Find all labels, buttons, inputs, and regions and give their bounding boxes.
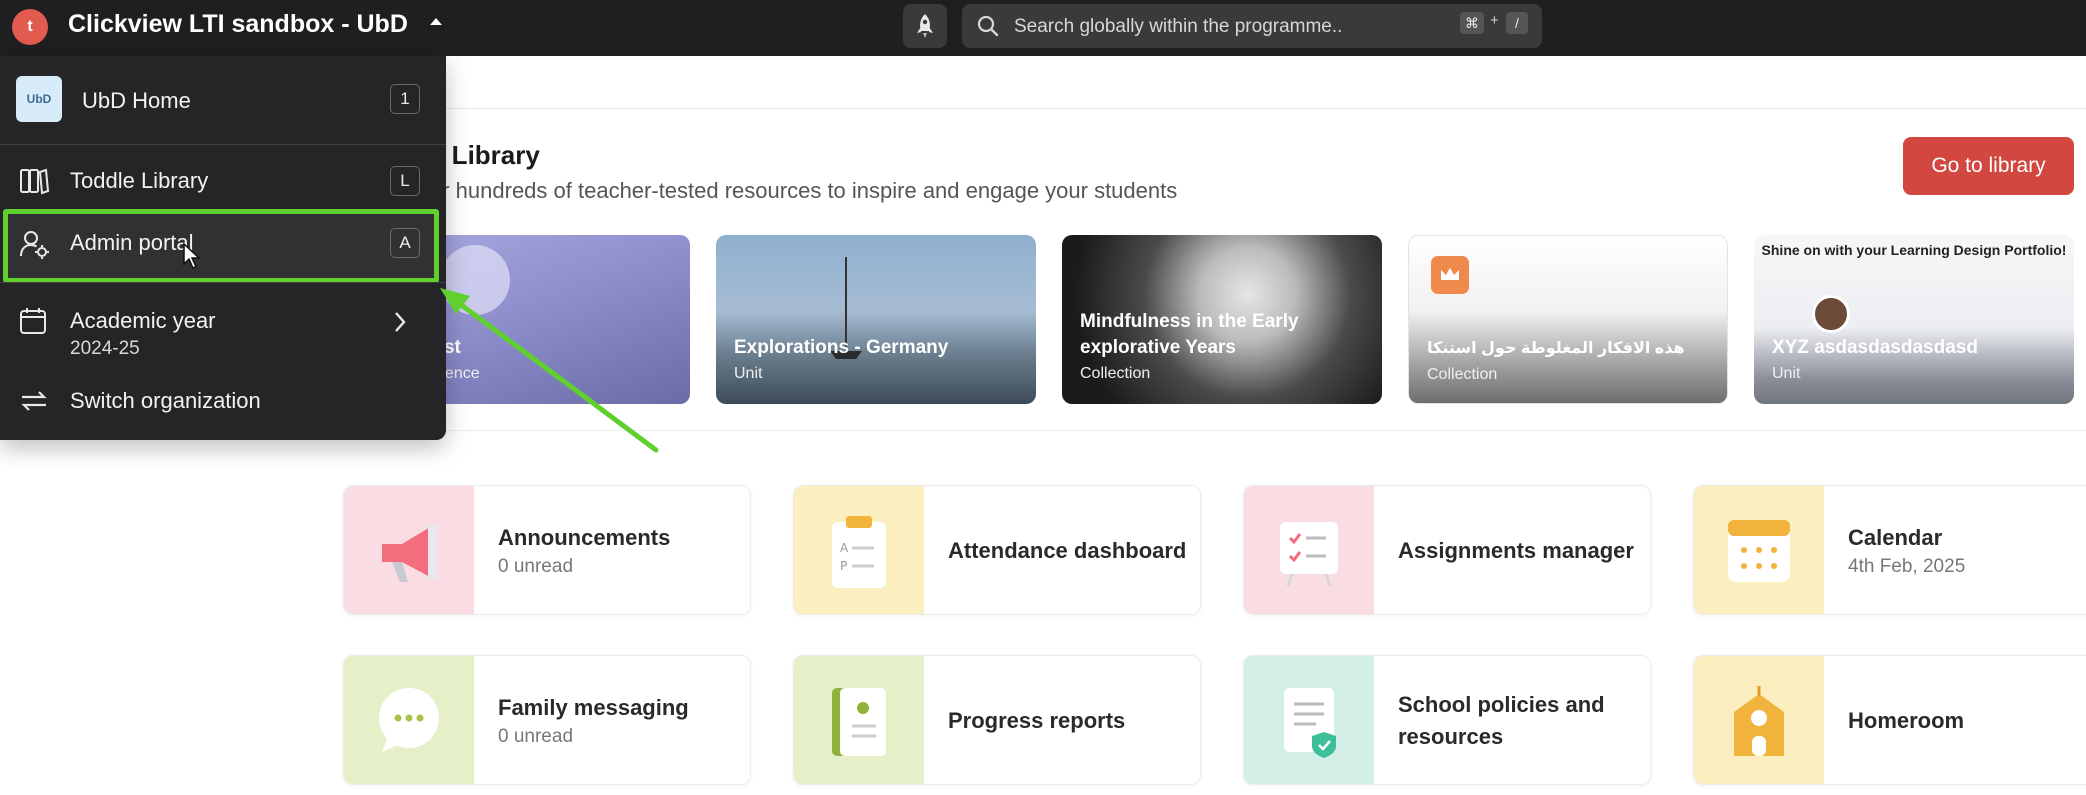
calendar-icon [1694, 486, 1824, 614]
tile-progress-reports[interactable]: Progress reports [793, 655, 1201, 785]
shortcut-key: A [390, 228, 420, 258]
card-promo-text: Shine on with your Learning Design Portf… [1761, 242, 2067, 258]
org-switcher-title[interactable]: Clickview LTI sandbox - UbD [68, 10, 408, 39]
menu-item-ubd-home[interactable]: UbD UbD Home 1 [0, 56, 446, 144]
crown-icon [1431, 256, 1469, 294]
library-card[interactable]: Mindfulness in the Early explorative Yea… [1062, 235, 1382, 404]
megaphone-icon [344, 486, 474, 614]
shortcut-key: L [390, 166, 420, 196]
shortcut-plus: + [1490, 12, 1499, 29]
menu-item-switch-organization[interactable]: Switch organization [0, 374, 446, 430]
tile-attendance-dashboard[interactable]: A P Attendance dashboard [793, 485, 1201, 615]
school-building-icon [1694, 656, 1824, 784]
go-to-library-button[interactable]: Go to library [1903, 137, 2074, 195]
tile-title: Calendar [1848, 525, 1943, 550]
user-gear-icon [20, 231, 49, 259]
tile-family-messaging[interactable]: Family messaging 0 unread [343, 655, 751, 785]
divider [0, 144, 446, 145]
tile-school-policies[interactable]: School policies and resources [1243, 655, 1651, 785]
checklist-board-icon [1244, 486, 1374, 614]
global-search-input[interactable]: Search globally within the programme.. [962, 4, 1542, 48]
tile-title: Family messaging [498, 695, 689, 720]
tile-title: Attendance dashboard [948, 538, 1187, 563]
menu-item-toddle-library[interactable]: Toddle Library L [0, 152, 446, 210]
tile-subtitle: 0 unread [498, 556, 574, 577]
top-bar: t Clickview LTI sandbox - UbD Search glo… [0, 0, 2086, 56]
academic-year-value: 2024-25 [70, 338, 140, 359]
tile-calendar[interactable]: Calendar 4th Feb, 2025 [1693, 485, 2086, 615]
library-title: e Library [430, 140, 540, 170]
svg-text:P: P [840, 559, 847, 573]
tile-announcements[interactable]: Announcements 0 unread [343, 485, 751, 615]
calendar-icon [20, 308, 46, 334]
rocket-button[interactable] [903, 4, 947, 48]
menu-item-label: Toddle Library [70, 168, 209, 193]
tile-assignments-manager[interactable]: Assignments manager [1243, 485, 1651, 615]
search-icon [977, 15, 999, 37]
shortcut-key: 1 [390, 84, 420, 114]
app-logo[interactable]: t [12, 9, 48, 45]
divider [446, 108, 2086, 109]
library-subtitle: er hundreds of teacher-tested resources … [430, 178, 1178, 203]
card-title: XYZ asdasdasdasdasd [1772, 337, 1978, 358]
tile-homeroom[interactable]: Homeroom [1693, 655, 2086, 785]
divider [0, 282, 446, 283]
card-title: Mindfulness in the Early explorative Yea… [1080, 311, 1299, 358]
menu-item-label: Academic year [70, 308, 216, 333]
tile-title: School policies and resources [1398, 692, 1605, 749]
shortcut-key-cmd: ⌘ [1460, 12, 1484, 34]
mouse-cursor-icon [183, 242, 201, 270]
clipboard-icon: A P [794, 486, 924, 614]
tile-title: Progress reports [948, 708, 1126, 733]
library-card[interactable]: هذه الافكار المغلوطة حول استنكا Collecti… [1408, 235, 1728, 404]
ubd-home-icon: UbD [16, 76, 62, 122]
policy-document-icon [1244, 656, 1374, 784]
card-illustration [440, 245, 510, 315]
search-placeholder: Search globally within the programme.. [1014, 16, 1343, 37]
card-title: هذه الافكار المغلوطة حول استنكا [1427, 340, 1685, 357]
menu-item-label: Switch organization [70, 388, 261, 413]
card-type: Collection [1080, 365, 1151, 382]
library-card[interactable]: Shine on with your Learning Design Portf… [1754, 235, 2074, 404]
menu-item-label: UbD Home [82, 88, 191, 113]
tile-title: Assignments manager [1398, 538, 1634, 563]
library-card[interactable]: Explorations - Germany Unit [716, 235, 1036, 404]
shortcut-key-slash: / [1506, 12, 1528, 34]
report-book-icon [794, 656, 924, 784]
rocket-icon [917, 14, 933, 38]
switch-arrows-icon [21, 391, 47, 411]
tile-title: Homeroom [1848, 708, 1965, 733]
avatar [1812, 295, 1850, 333]
menu-item-admin-portal[interactable]: Admin portal A [0, 214, 446, 274]
caret-up-icon[interactable] [430, 18, 442, 25]
tile-subtitle: 0 unread [498, 726, 574, 747]
tile-title: Announcements [498, 525, 671, 550]
card-type: Unit [734, 365, 763, 382]
menu-item-label: Admin portal [70, 230, 194, 255]
card-type: Collection [1427, 366, 1498, 383]
tile-subtitle: 4th Feb, 2025 [1848, 556, 1966, 577]
svg-text:A: A [840, 541, 849, 555]
book-icon [20, 168, 50, 195]
card-title: Explorations - Germany [734, 337, 949, 358]
card-type: Unit [1772, 365, 1801, 382]
chevron-right-icon [395, 312, 406, 332]
chat-bubble-icon [344, 656, 474, 784]
org-dropdown-menu: UbD UbD Home 1 Toddle Library L Admin po… [0, 56, 446, 440]
divider [446, 430, 2086, 431]
